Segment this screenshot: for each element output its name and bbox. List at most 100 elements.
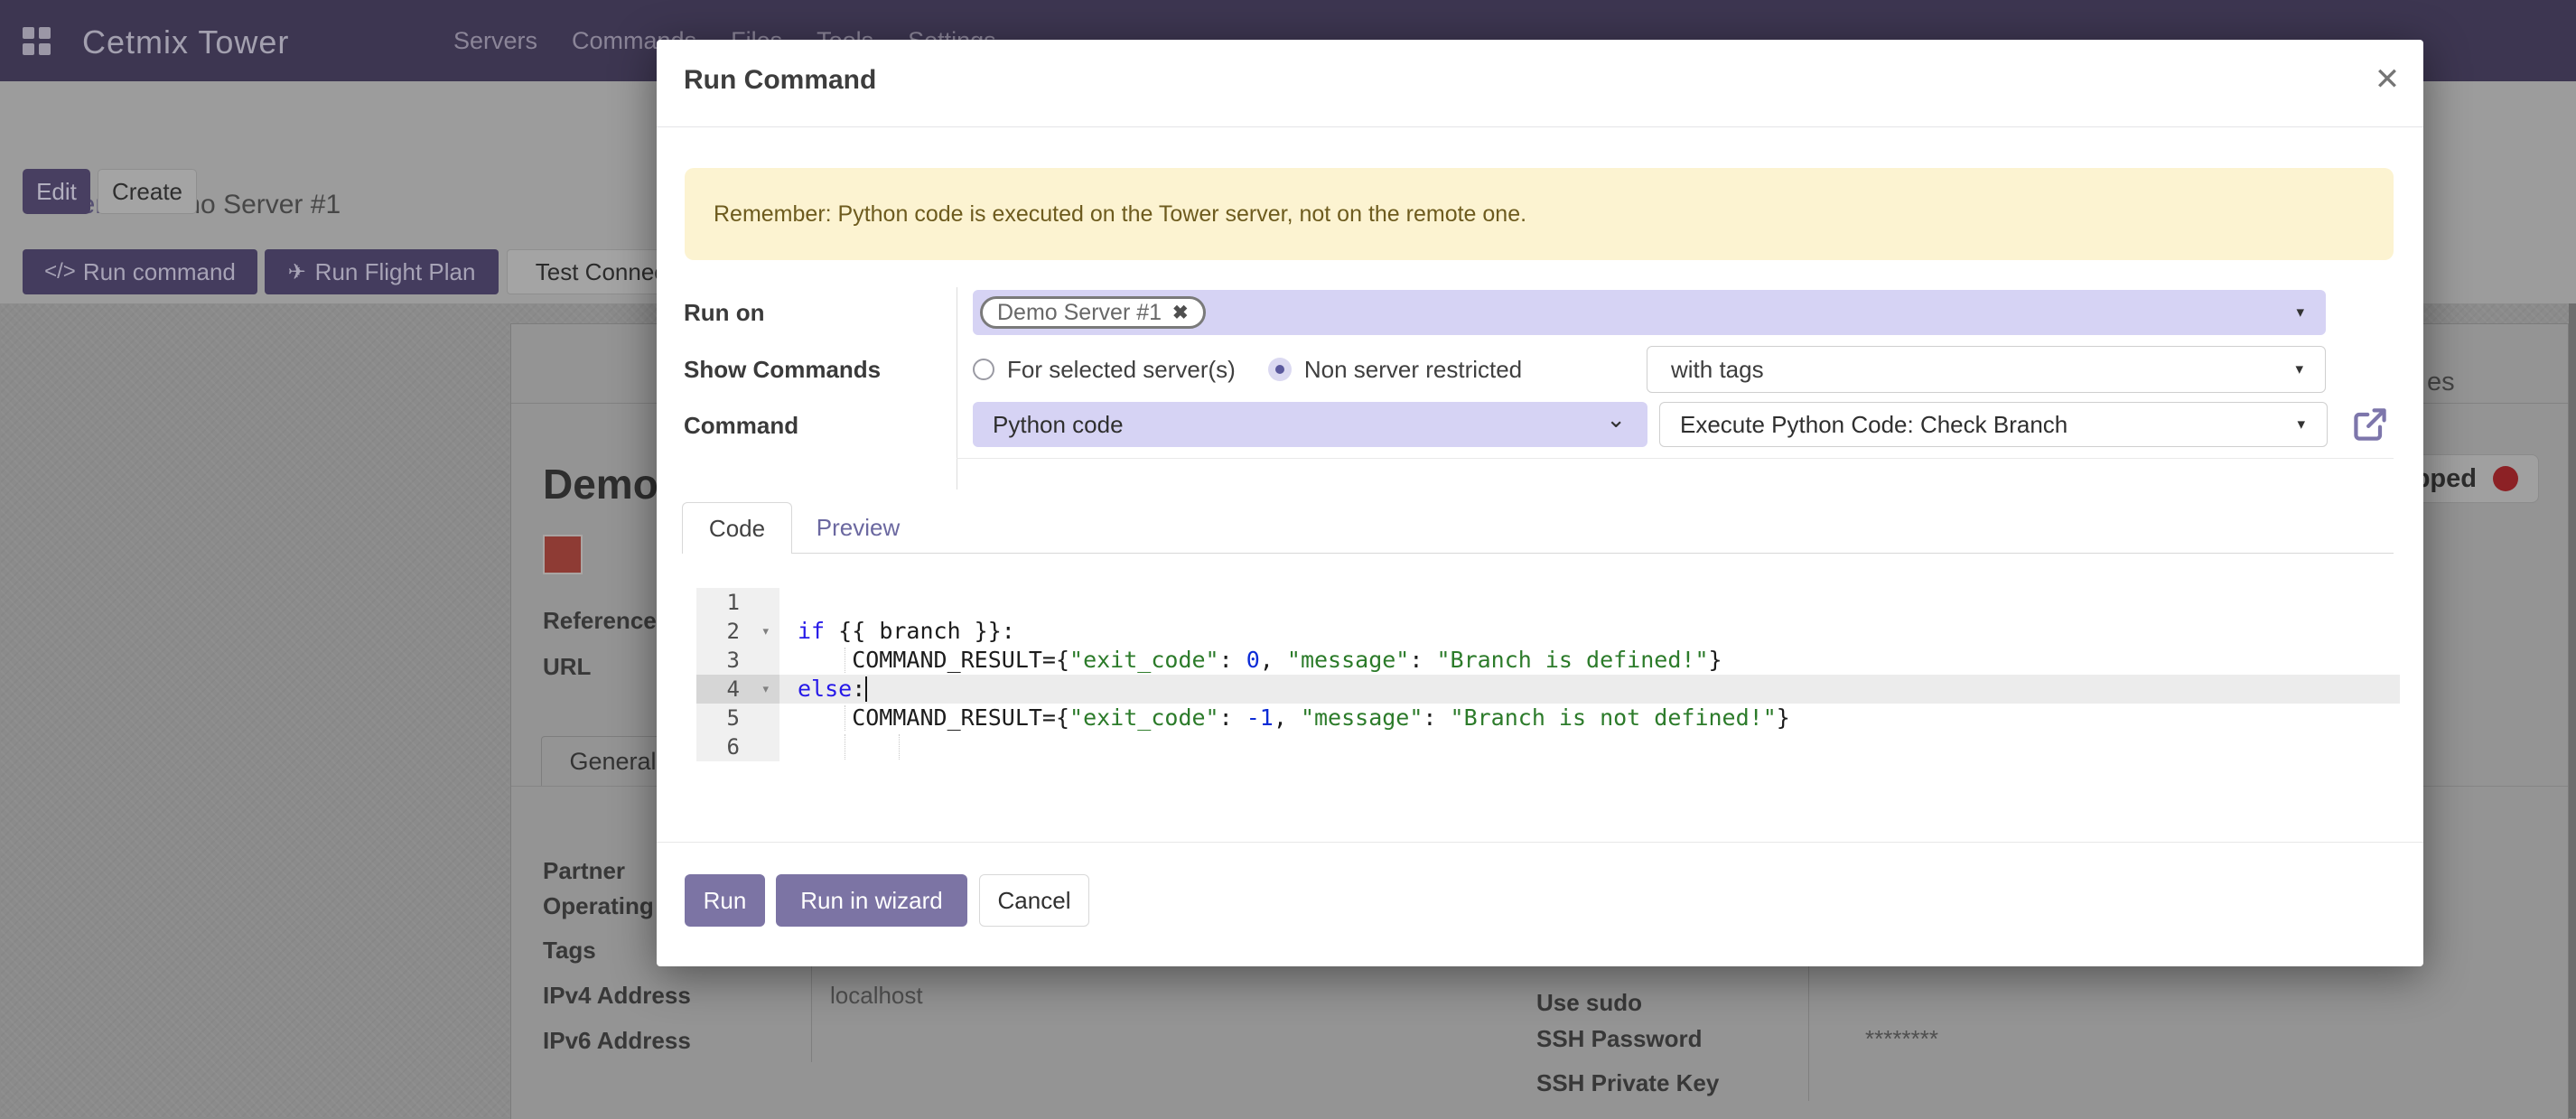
- server-tag-pill: Demo Server #1 ✖: [980, 296, 1206, 329]
- server-tag-label: Demo Server #1: [997, 300, 1162, 326]
- run-in-wizard-button[interactable]: Run in wizard: [776, 874, 967, 927]
- warning-alert: Remember: Python code is executed on the…: [685, 168, 2394, 260]
- code-token: 0: [1246, 647, 1260, 673]
- code-token: :: [852, 676, 865, 702]
- field-label-ipv4: IPv4 Address: [543, 982, 691, 1010]
- app-brand[interactable]: Cetmix Tower: [82, 23, 289, 61]
- field-value-ssh-password: ********: [1865, 1025, 1938, 1053]
- gutter-line-5: 5: [696, 704, 779, 732]
- run-command-dialog: Run Command ✕ Remember: Python code is e…: [657, 40, 2423, 966]
- code-token: "message": [1301, 704, 1423, 731]
- code-token: "exit_code": [1069, 704, 1219, 731]
- code-line-6[interactable]: [779, 732, 2400, 761]
- grid-square: [39, 27, 51, 39]
- run-flight-plan-label: Run Flight Plan: [315, 258, 476, 286]
- grid-square: [39, 43, 51, 55]
- run-command-label: Run command: [83, 258, 236, 286]
- dialog-title: Run Command: [684, 65, 876, 96]
- tab-code[interactable]: Code: [682, 502, 792, 554]
- code-token: COMMAND_RESULT={: [798, 704, 1069, 731]
- remove-tag-icon[interactable]: ✖: [1172, 302, 1189, 324]
- warning-alert-text: Remember: Python code is executed on the…: [714, 201, 1526, 228]
- gutter-line-2: 2▾: [696, 617, 779, 646]
- command-type-select[interactable]: Python code ⌄: [973, 402, 1647, 447]
- field-value-ipv4: localhost: [830, 982, 923, 1010]
- code-icon: </>: [44, 259, 76, 284]
- fold-arrow-icon[interactable]: ▾: [762, 675, 769, 704]
- field-label-partner: Partner: [543, 857, 625, 885]
- editor-gutter: 12▾34▾56: [696, 588, 779, 761]
- indent-guide: [899, 734, 900, 760]
- code-token: else: [798, 676, 852, 702]
- run-flight-plan-button[interactable]: ✈ Run Flight Plan: [265, 249, 499, 294]
- chevron-down-icon: ▾: [2296, 303, 2304, 322]
- gutter-line-1: 1: [696, 588, 779, 617]
- grid-square: [23, 27, 34, 39]
- cancel-button[interactable]: Cancel: [979, 874, 1089, 927]
- server-color-swatch[interactable]: [543, 535, 583, 574]
- run-button[interactable]: Run: [685, 874, 765, 927]
- with-tags-value: with tags: [1671, 356, 1764, 384]
- chevron-down-icon: ⌄: [1606, 406, 1626, 434]
- group-divider: [957, 458, 2394, 459]
- field-label-use-sudo: Use sudo: [1536, 989, 1642, 1017]
- editor-code-area[interactable]: if {{ branch }}: COMMAND_RESULT={"exit_c…: [779, 588, 2400, 761]
- code-line-1[interactable]: [779, 588, 2400, 617]
- run-on-label: Run on: [684, 299, 765, 327]
- code-token: if: [798, 618, 825, 644]
- command-label: Command: [684, 412, 798, 440]
- code-token: "message": [1287, 647, 1409, 673]
- radio-label[interactable]: Non server restricted: [1304, 356, 1522, 384]
- field-label-reference: Reference: [543, 607, 657, 635]
- code-token: :: [1423, 704, 1450, 731]
- field-label-tags: Tags: [543, 937, 596, 965]
- code-token: "Branch is defined!": [1436, 647, 1708, 673]
- code-token: ,: [1274, 704, 1301, 731]
- code-token: {{ branch }}:: [825, 618, 1015, 644]
- code-editor[interactable]: 12▾34▾56 if {{ branch }}: COMMAND_RESULT…: [696, 588, 2400, 761]
- code-line-4[interactable]: else:: [779, 675, 2400, 704]
- footer-divider: [657, 842, 2423, 843]
- code-token: COMMAND_RESULT={: [798, 647, 1069, 673]
- code-token: -1: [1246, 704, 1274, 731]
- tab-preview[interactable]: Preview: [792, 502, 924, 554]
- radio-label[interactable]: For selected server(s): [1007, 356, 1236, 384]
- code-token: }: [1709, 647, 1722, 673]
- command-reference-select[interactable]: Execute Python Code: Check Branch ▾: [1659, 402, 2328, 447]
- code-line-2[interactable]: if {{ branch }}:: [779, 617, 2400, 646]
- radio-option-0: For selected server(s): [973, 356, 1236, 384]
- code-token: :: [1219, 704, 1246, 731]
- code-token: }: [1777, 704, 1790, 731]
- field-label-ssh-password: SSH Password: [1536, 1025, 1703, 1053]
- field-label-ssh-private-key: SSH Private Key: [1536, 1069, 1719, 1097]
- radio-selected-icon[interactable]: [1268, 358, 1292, 381]
- with-tags-select[interactable]: with tags ▾: [1647, 346, 2326, 393]
- run-command-button[interactable]: </> Run command: [23, 249, 257, 294]
- caret-down-icon: ▾: [2295, 360, 2303, 378]
- code-token: :: [1219, 647, 1246, 673]
- text-cursor: [865, 676, 867, 702]
- command-reference-value: Execute Python Code: Check Branch: [1680, 411, 2067, 439]
- code-token: :: [1409, 647, 1436, 673]
- close-icon[interactable]: ✕: [2369, 61, 2405, 98]
- code-token: ,: [1260, 647, 1287, 673]
- scrollbar-track[interactable]: [2569, 303, 2576, 1118]
- radio-dot: [1275, 365, 1284, 374]
- create-button[interactable]: Create: [98, 169, 197, 214]
- run-on-select[interactable]: Demo Server #1 ✖ ▾: [973, 290, 2326, 335]
- gutter-line-6: 6: [696, 732, 779, 761]
- status-dot: [2493, 466, 2518, 491]
- grid-square: [23, 43, 34, 55]
- show-commands-radio-group: For selected server(s) Non server restric…: [973, 346, 1522, 393]
- radio-unselected-icon[interactable]: [973, 359, 994, 380]
- code-line-3[interactable]: COMMAND_RESULT={"exit_code": 0, "message…: [779, 646, 2400, 675]
- edit-button[interactable]: Edit: [23, 169, 90, 214]
- code-line-5[interactable]: COMMAND_RESULT={"exit_code": -1, "messag…: [779, 704, 2400, 732]
- command-type-value: Python code: [993, 411, 1124, 439]
- nav-item-servers[interactable]: Servers: [453, 27, 537, 55]
- fold-arrow-icon[interactable]: ▾: [762, 617, 769, 646]
- header-divider: [657, 126, 2423, 127]
- external-link-icon[interactable]: [2350, 405, 2390, 444]
- apps-grid-icon[interactable]: [23, 27, 51, 56]
- code-token: "Branch is not defined!": [1451, 704, 1777, 731]
